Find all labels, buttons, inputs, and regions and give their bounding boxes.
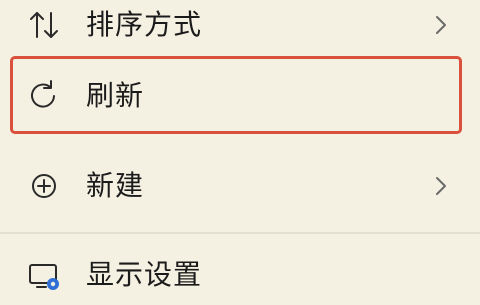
chevron-right-icon: [432, 12, 450, 38]
menu-item-display-settings[interactable]: 显示设置: [0, 245, 480, 305]
display-settings-icon: [24, 255, 64, 295]
sort-arrows-icon: [24, 5, 64, 45]
menu-item-new[interactable]: 新建: [0, 156, 480, 216]
new-plus-icon: [24, 166, 64, 206]
menu-divider: [0, 232, 480, 234]
chevron-right-icon: [432, 173, 450, 199]
menu-item-label: 刷新: [86, 79, 145, 112]
menu-item-label: 显示设置: [86, 258, 203, 291]
menu-item-label: 新建: [86, 169, 145, 202]
menu-item-label: 排序方式: [86, 8, 203, 41]
context-menu: 排序方式 刷新 新建 显示设置: [0, 0, 480, 300]
refresh-icon: [24, 76, 64, 116]
menu-item-sort[interactable]: 排序方式: [0, 0, 480, 55]
menu-item-refresh[interactable]: 刷新: [0, 66, 480, 126]
